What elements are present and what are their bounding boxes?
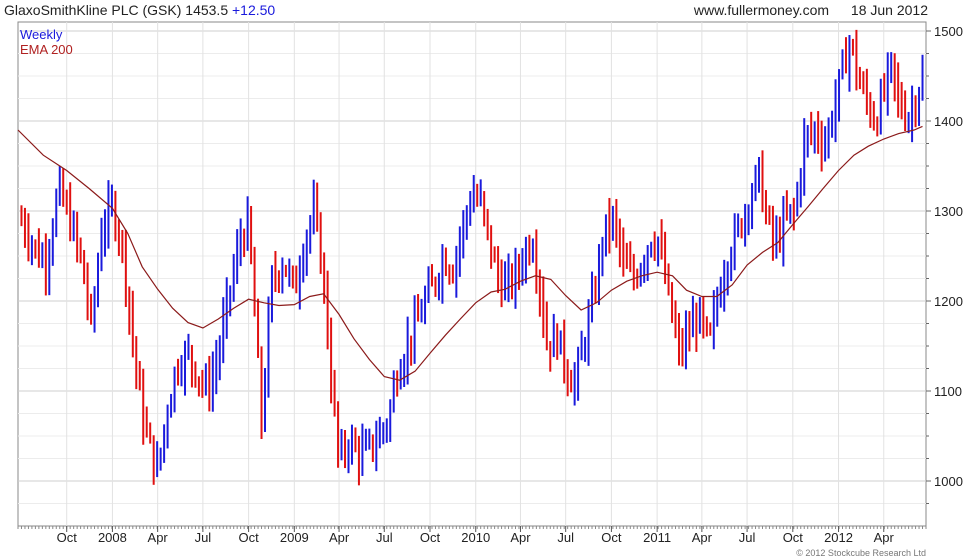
x-tick-label: Oct	[238, 530, 259, 545]
y-tick-label: 1200	[934, 294, 963, 309]
x-tick-label: Apr	[329, 530, 350, 545]
chart-legend: Weekly EMA 200	[20, 27, 73, 57]
x-tick-label: Apr	[692, 530, 713, 545]
x-tick-label: Oct	[420, 530, 441, 545]
x-tick-label: Jul	[557, 530, 574, 545]
x-tick-label: Oct	[57, 530, 78, 545]
x-tick-label: Jul	[376, 530, 393, 545]
x-tick-label: 2009	[280, 530, 309, 545]
x-tick-label: 2010	[461, 530, 490, 545]
x-tick-label: Jul	[195, 530, 212, 545]
y-tick-label: 1100	[934, 384, 962, 399]
x-tick-label: Oct	[601, 530, 622, 545]
x-tick-label: 2008	[98, 530, 127, 545]
x-tick-label: Apr	[148, 530, 169, 545]
x-tick-label: 2011	[643, 530, 671, 545]
x-tick-label: Apr	[510, 530, 531, 545]
x-tick-label: Apr	[874, 530, 895, 545]
x-tick-label: 2012	[824, 530, 853, 545]
price-chart: 1000 1100 1200 1300 1400 1500 Oct 2008 Apr Jul Oct…	[17, 21, 963, 545]
y-tick-label: 1000	[934, 474, 963, 489]
y-tick-label: 1500	[934, 24, 963, 39]
copyright-text: © 2012 Stockcube Research Ltd	[796, 548, 926, 558]
y-tick-label: 1300	[934, 204, 963, 219]
y-tick-label: 1400	[934, 114, 963, 129]
legend-ema: EMA 200	[20, 42, 73, 57]
legend-weekly: Weekly	[20, 27, 63, 42]
x-tick-label: Oct	[783, 530, 804, 545]
x-tick-label: Jul	[739, 530, 756, 545]
